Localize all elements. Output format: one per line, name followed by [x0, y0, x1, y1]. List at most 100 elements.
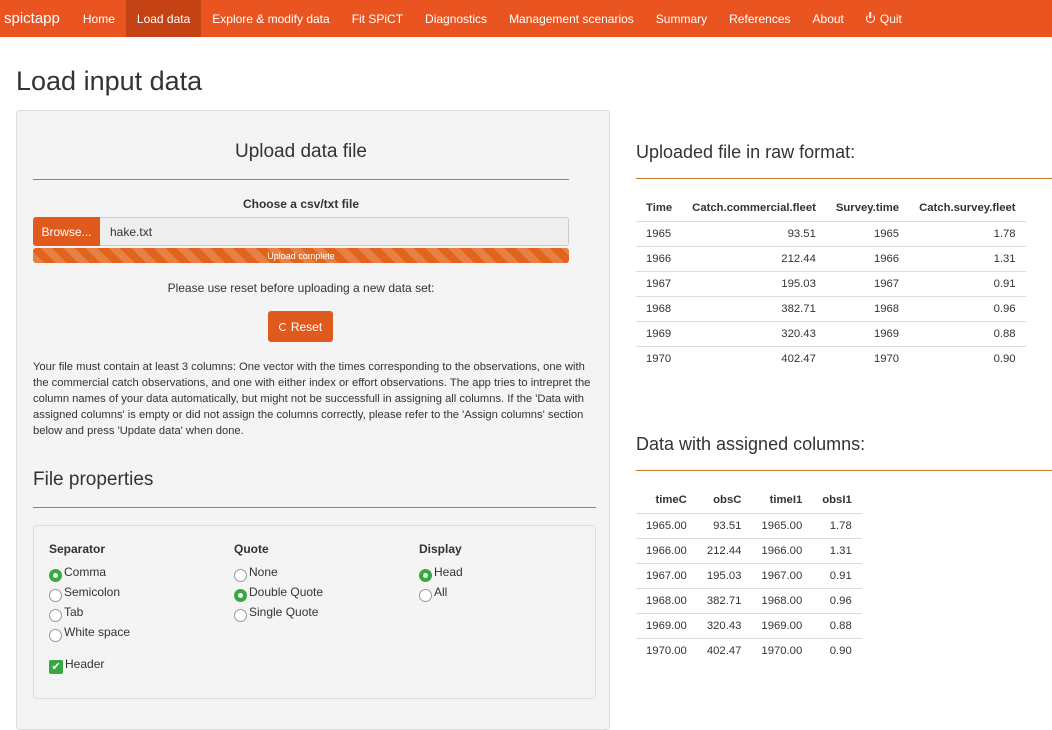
assigned-table-title: Data with assigned columns: — [636, 434, 866, 454]
file-name-field[interactable]: hake.txt — [100, 217, 569, 246]
reset-button[interactable]: Reset — [268, 311, 333, 342]
radio-none[interactable]: None — [234, 562, 323, 582]
radio-tab[interactable]: Tab — [49, 602, 130, 622]
radio-button[interactable] — [49, 608, 62, 622]
quote-label: Quote — [234, 542, 269, 556]
nav-summary[interactable]: Summary — [645, 0, 718, 37]
nav-about[interactable]: About — [802, 0, 855, 37]
upload-panel: Upload data file Choose a csv/txt file B… — [16, 110, 610, 730]
radio-all[interactable]: All — [419, 582, 463, 602]
radio-comma[interactable]: Comma — [49, 562, 130, 582]
table-cell: 1967.00 — [751, 563, 813, 589]
radio-button[interactable] — [49, 588, 62, 602]
nav-management-scenarios[interactable]: Management scenarios — [498, 0, 645, 37]
table-cell: 0.96 — [812, 588, 862, 614]
table-cell: 1965.00 — [636, 513, 697, 539]
radio-double-quote[interactable]: Double Quote — [234, 582, 323, 602]
table-cell: 382.71 — [696, 588, 752, 614]
radio-label: Head — [434, 565, 463, 579]
table-cell: 320.43 — [696, 613, 752, 639]
radio-button[interactable] — [234, 568, 247, 582]
reset-button-label: Reset — [290, 319, 323, 334]
radio-button[interactable] — [49, 568, 62, 582]
nav-quit-label: Quit — [879, 11, 902, 26]
header-checkbox-row[interactable]: ✔ Header — [49, 657, 105, 674]
divider — [33, 179, 569, 180]
table-cell: 402.47 — [682, 346, 826, 371]
file-properties-panel: Separator Comma Semicolon Tab White spac… — [33, 525, 596, 699]
radio-label: None — [249, 565, 278, 579]
table-cell: 0.91 — [909, 271, 1026, 297]
nav-diagnostics[interactable]: Diagnostics — [414, 0, 498, 37]
radio-label: Single Quote — [249, 605, 319, 619]
radio-label: All — [434, 585, 448, 599]
table-row: 1970 402.47 1970 0.90 — [636, 346, 1026, 371]
table-cell: 1970.00 — [636, 638, 697, 663]
table-cell: 0.88 — [909, 321, 1026, 347]
radio-label: Double Quote — [249, 585, 324, 599]
divider — [636, 178, 1052, 179]
table-row: 1970.00 402.47 1970.00 0.90 — [636, 638, 862, 663]
radio-button[interactable] — [419, 568, 432, 582]
radio-single-quote[interactable]: Single Quote — [234, 602, 323, 622]
table-cell: 0.96 — [909, 296, 1026, 322]
radio-button[interactable] — [419, 588, 432, 602]
table-cell: 1968 — [825, 296, 910, 322]
table-cell: 212.44 — [682, 246, 826, 272]
radio-semicolon[interactable]: Semicolon — [49, 582, 130, 602]
table-cell: 382.71 — [682, 296, 826, 322]
radio-label: Semicolon — [64, 585, 121, 599]
column-header: obsI1 — [822, 494, 852, 506]
display-group: Display Head All — [419, 542, 463, 602]
nav-load-data[interactable]: Load data — [125, 0, 202, 37]
nav-references[interactable]: References — [718, 0, 801, 37]
radio-head[interactable]: Head — [419, 562, 463, 582]
table-row: 1966.00 212.44 1966.00 1.31 — [636, 538, 862, 564]
table-row: 1965.00 93.51 1965.00 1.78 — [636, 513, 862, 539]
table-cell: 1970.00 — [751, 638, 813, 663]
table-header-row: timeC obsC timeI1 obsI1 — [636, 487, 862, 514]
raw-table-title: Uploaded file in raw format: — [636, 142, 856, 162]
separator-group: Separator Comma Semicolon Tab White spac… — [49, 542, 130, 642]
table-cell: 1969.00 — [751, 613, 813, 639]
table-cell: 1969 — [825, 321, 910, 347]
table-cell: 1.31 — [909, 246, 1026, 272]
file-input: Browse... hake.txt — [33, 217, 569, 246]
column-header: timeC — [655, 494, 687, 506]
upload-progress-bar: Upload complete — [33, 248, 569, 263]
table-cell: 0.91 — [812, 563, 862, 589]
header-checkbox[interactable]: ✔ — [49, 660, 63, 674]
radio-button[interactable] — [234, 588, 247, 602]
nav-explore-modify[interactable]: Explore & modify data — [201, 0, 340, 37]
table-cell: 212.44 — [696, 538, 752, 564]
column-header: Catch.survey.fleet — [919, 202, 1016, 214]
brand[interactable]: spictapp — [0, 0, 72, 37]
table-cell: 0.90 — [909, 346, 1026, 371]
browse-button[interactable]: Browse... — [33, 217, 100, 246]
table-cell: 93.51 — [696, 513, 752, 539]
radio-button[interactable] — [234, 608, 247, 622]
refresh-icon — [278, 322, 287, 331]
radio-label: White space — [64, 625, 131, 639]
table-cell: 1969.00 — [636, 613, 697, 639]
table-cell: 1966 — [636, 246, 683, 272]
nav-fit-spict[interactable]: Fit SPiCT — [341, 0, 414, 37]
reset-note: Please use reset before uploading a new … — [167, 281, 435, 295]
table-cell: 1969 — [636, 321, 683, 347]
table-cell: 195.03 — [696, 563, 752, 589]
table-header-row: Time Catch.commercial.fleet Survey.time … — [636, 195, 1026, 222]
nav-quit[interactable]: Quit — [855, 0, 913, 37]
column-header: Survey.time — [835, 202, 900, 214]
table-cell: 1966 — [825, 246, 910, 272]
table-row: 1967.00 195.03 1967.00 0.91 — [636, 563, 862, 589]
table-cell: 1965.00 — [751, 513, 813, 539]
navbar: spictapp Home Load data Explore & modify… — [0, 0, 1052, 37]
radio-button[interactable] — [49, 628, 62, 642]
nav-home[interactable]: Home — [72, 0, 126, 37]
power-icon — [865, 14, 875, 23]
radio-white-space[interactable]: White space — [49, 622, 130, 642]
upload-info-text: Your file must contain at least 3 column… — [33, 361, 591, 437]
table-row: 1965 93.51 1965 1.78 — [636, 221, 1026, 247]
table-cell: 1.31 — [812, 538, 862, 564]
header-checkbox-label: Header — [65, 657, 105, 671]
